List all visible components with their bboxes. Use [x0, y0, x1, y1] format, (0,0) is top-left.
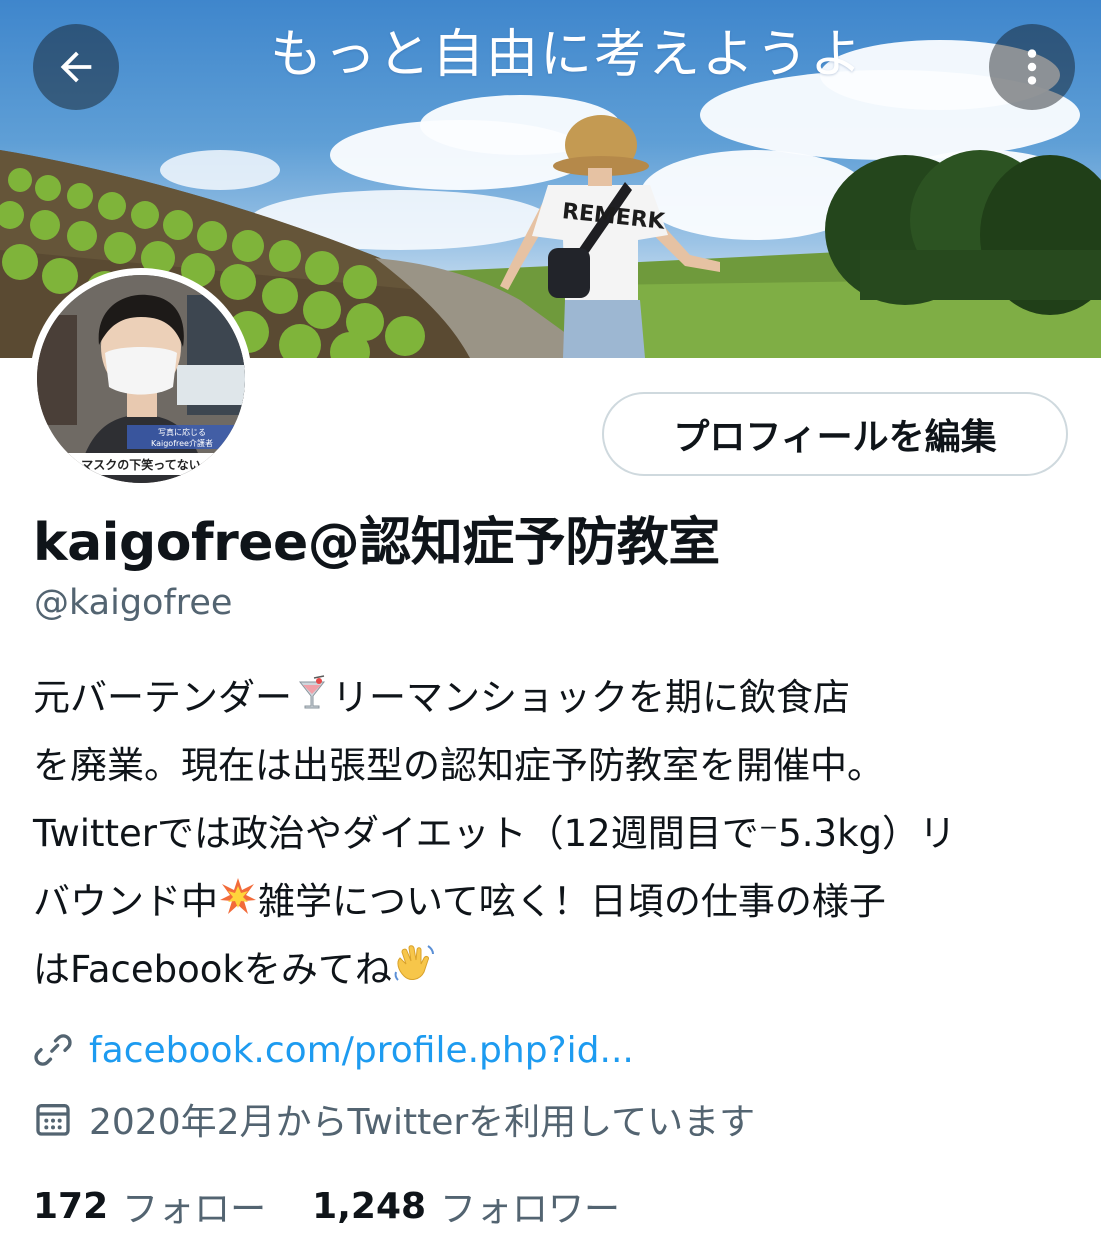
joined-date-row: 2020年2月からTwitterを利用しています: [33, 1094, 755, 1144]
following-count: 172: [33, 1185, 109, 1227]
bio-text: 元バーテンダー: [33, 676, 292, 719]
edit-profile-button[interactable]: プロフィールを編集: [602, 392, 1068, 476]
bio-text: はFacebookをみてね: [33, 948, 392, 991]
bio-line: バウンド中 雑学について呟く！日頃の仕事の様子: [33, 868, 1078, 936]
profile-website-link[interactable]: facebook.com/profile.php?id...: [89, 1030, 634, 1071]
bio-line: を廃業。現在は出張型の認知症予防教室を開催中。: [33, 744, 884, 787]
user-handle: @kaigofree: [34, 583, 233, 623]
bio-line: 元バーテンダー リーマンショックを期に飲食店: [33, 664, 1078, 732]
more-options-button[interactable]: [989, 24, 1075, 110]
avatar[interactable]: 写真に応じる Kaigofree介護者 マスクの下笑ってない: [30, 268, 252, 490]
following-label: フォロー: [122, 1189, 267, 1230]
followers-count: 1,248: [312, 1185, 427, 1227]
more-vertical-icon: [1027, 49, 1037, 85]
link-icon: [34, 1034, 72, 1066]
calendar-icon: [36, 1104, 70, 1136]
avatar-caption-line1: 写真に応じる: [158, 427, 206, 437]
cocktail-glass-icon: [292, 666, 332, 734]
banner-title: もっと自由に考えようよ: [270, 25, 865, 85]
avatar-caption-banner: マスクの下笑ってない: [81, 457, 200, 472]
arrow-left-icon: [60, 51, 92, 83]
avatar-caption-line2: Kaigofree介護者: [151, 438, 213, 448]
bio-text: バウンド中: [33, 880, 218, 923]
avatar-photo: 写真に応じる Kaigofree介護者 マスクの下笑ってない: [37, 275, 245, 483]
follow-counts: 172 フォロー 1,248 フォロワー: [33, 1180, 666, 1232]
collision-icon: [218, 870, 258, 938]
back-button[interactable]: [33, 24, 119, 110]
bio-text: リーマンショックを期に飲食店: [332, 676, 850, 719]
followers-label: フォロワー: [440, 1189, 621, 1230]
profile-link-row: facebook.com/profile.php?id...: [33, 1025, 634, 1075]
followers-link[interactable]: 1,248 フォロワー: [312, 1180, 620, 1232]
bio-line: はFacebookをみてね: [33, 936, 1078, 1004]
joined-date-text: 2020年2月からTwitterを利用しています: [89, 1102, 756, 1143]
waving-hand-icon: [392, 938, 436, 1006]
bio-line: Twitterでは政治やダイエット（12週間目で⁻5.3kg）リ: [33, 812, 957, 855]
bio-text: 雑学について呟く！日頃の仕事の様子: [258, 880, 886, 923]
display-name: kaigofree@認知症予防教室: [33, 513, 720, 573]
profile-bio: 元バーテンダー リーマンショックを期に飲食店 を廃業。現在は出張型の認知症予防教…: [33, 664, 1078, 1004]
following-link[interactable]: 172 フォロー: [33, 1180, 266, 1232]
profile-page: REMERK もっと自由に考えようよ 写真に応じる Kaigofree介護者 マ…: [0, 0, 1101, 1240]
